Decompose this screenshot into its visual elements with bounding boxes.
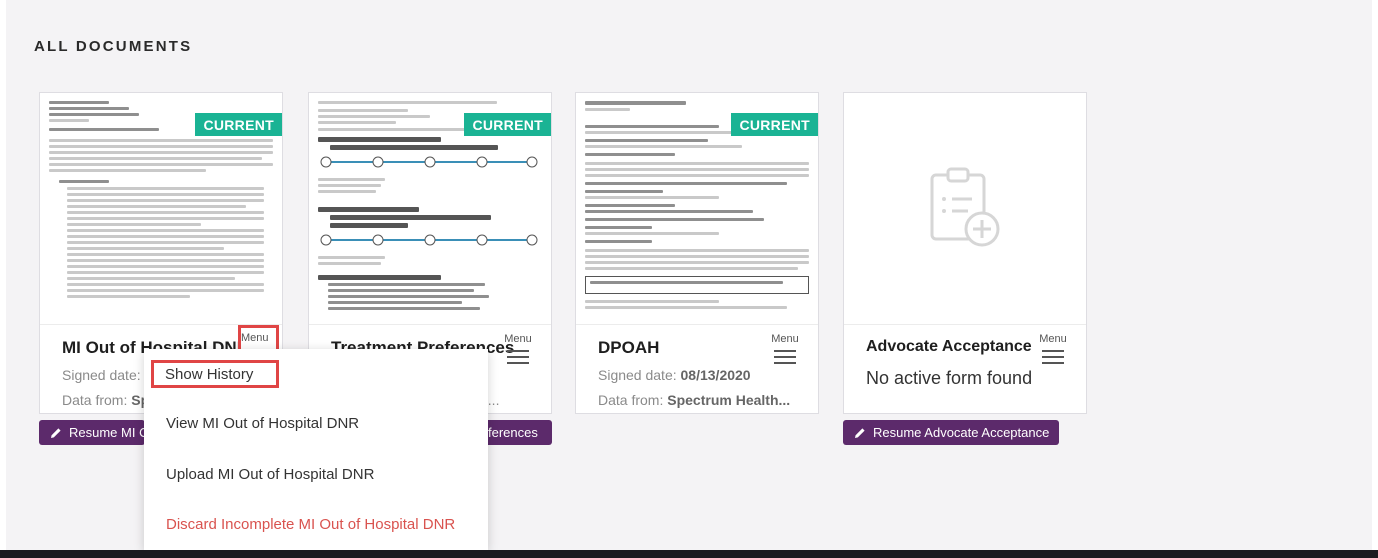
menu-label: Menu xyxy=(504,333,532,345)
menu-label: Menu xyxy=(1039,333,1067,345)
data-source: Data from: Sp xyxy=(62,392,149,408)
current-badge: CURRENT xyxy=(731,113,818,136)
current-badge: CURRENT xyxy=(195,113,282,136)
hamburger-icon xyxy=(507,350,529,352)
card-title: Advocate Acceptance xyxy=(866,338,1032,355)
data-source: Data from: Spectrum Health... xyxy=(598,392,790,408)
menu-button-dpoah[interactable]: Menu xyxy=(766,333,804,369)
document-card-advocate-acceptance[interactable]: Advocate Acceptance No active form found… xyxy=(843,92,1087,414)
scale-line xyxy=(320,234,538,246)
document-thumbnail[interactable]: CURRENT xyxy=(40,93,282,325)
clipboard-add-icon xyxy=(930,167,1000,247)
menu-label: Menu xyxy=(241,332,269,344)
discard-document-item[interactable]: Discard Incomplete MI Out of Hospital DN… xyxy=(166,516,455,533)
hamburger-icon xyxy=(1042,350,1064,352)
data-from-label: Data from: xyxy=(598,392,664,408)
show-history-item[interactable]: Show History xyxy=(151,360,279,388)
hamburger-icon xyxy=(774,350,796,352)
document-thumbnail[interactable]: CURRENT xyxy=(576,93,818,325)
view-document-item[interactable]: View MI Out of Hospital DNR xyxy=(166,415,359,432)
signed-date-value: 08/13/2020 xyxy=(680,367,751,383)
card-title: DPOAH xyxy=(598,338,660,357)
scale-line xyxy=(320,156,538,168)
status-text: No active form found xyxy=(866,368,1033,388)
resume-label: Resume MI O xyxy=(69,425,145,440)
bottom-bar xyxy=(0,550,1378,558)
menu-button-treatment-preferences[interactable]: Menu xyxy=(499,333,537,369)
empty-thumbnail[interactable] xyxy=(844,93,1086,325)
document-card-dpoah[interactable]: CURRENT DPOAH Signed date: 08/13/2020 Da… xyxy=(575,92,819,414)
pencil-icon xyxy=(51,428,61,438)
section-title: ALL DOCUMENTS xyxy=(34,38,193,55)
upload-document-item[interactable]: Upload MI Out of Hospital DNR xyxy=(166,466,374,483)
document-menu-dropdown: Show History View MI Out of Hospital DNR… xyxy=(144,349,488,550)
document-thumbnail[interactable]: CURRENT xyxy=(309,93,551,325)
resume-mi-dnr-button[interactable]: Resume MI O xyxy=(39,420,145,445)
resume-advocate-acceptance-button[interactable]: Resume Advocate Acceptance xyxy=(843,420,1059,445)
pencil-icon xyxy=(855,428,865,438)
resume-treatment-preferences-button[interactable]: ferences xyxy=(480,420,552,445)
signed-date-label: Signed date: xyxy=(598,367,677,383)
signed-date: Signed date: 08/13/2020 xyxy=(598,367,751,383)
signed-date-label: Signed date: xyxy=(62,367,141,383)
menu-button-advocate-acceptance[interactable]: Menu xyxy=(1034,333,1072,369)
data-from-value: Spectrum Health... xyxy=(667,392,791,408)
current-badge: CURRENT xyxy=(464,113,551,136)
resume-label: ferences xyxy=(488,425,538,440)
menu-label: Menu xyxy=(771,333,799,345)
data-from-label: Data from: xyxy=(62,392,128,408)
resume-label: Resume Advocate Acceptance xyxy=(873,425,1050,440)
